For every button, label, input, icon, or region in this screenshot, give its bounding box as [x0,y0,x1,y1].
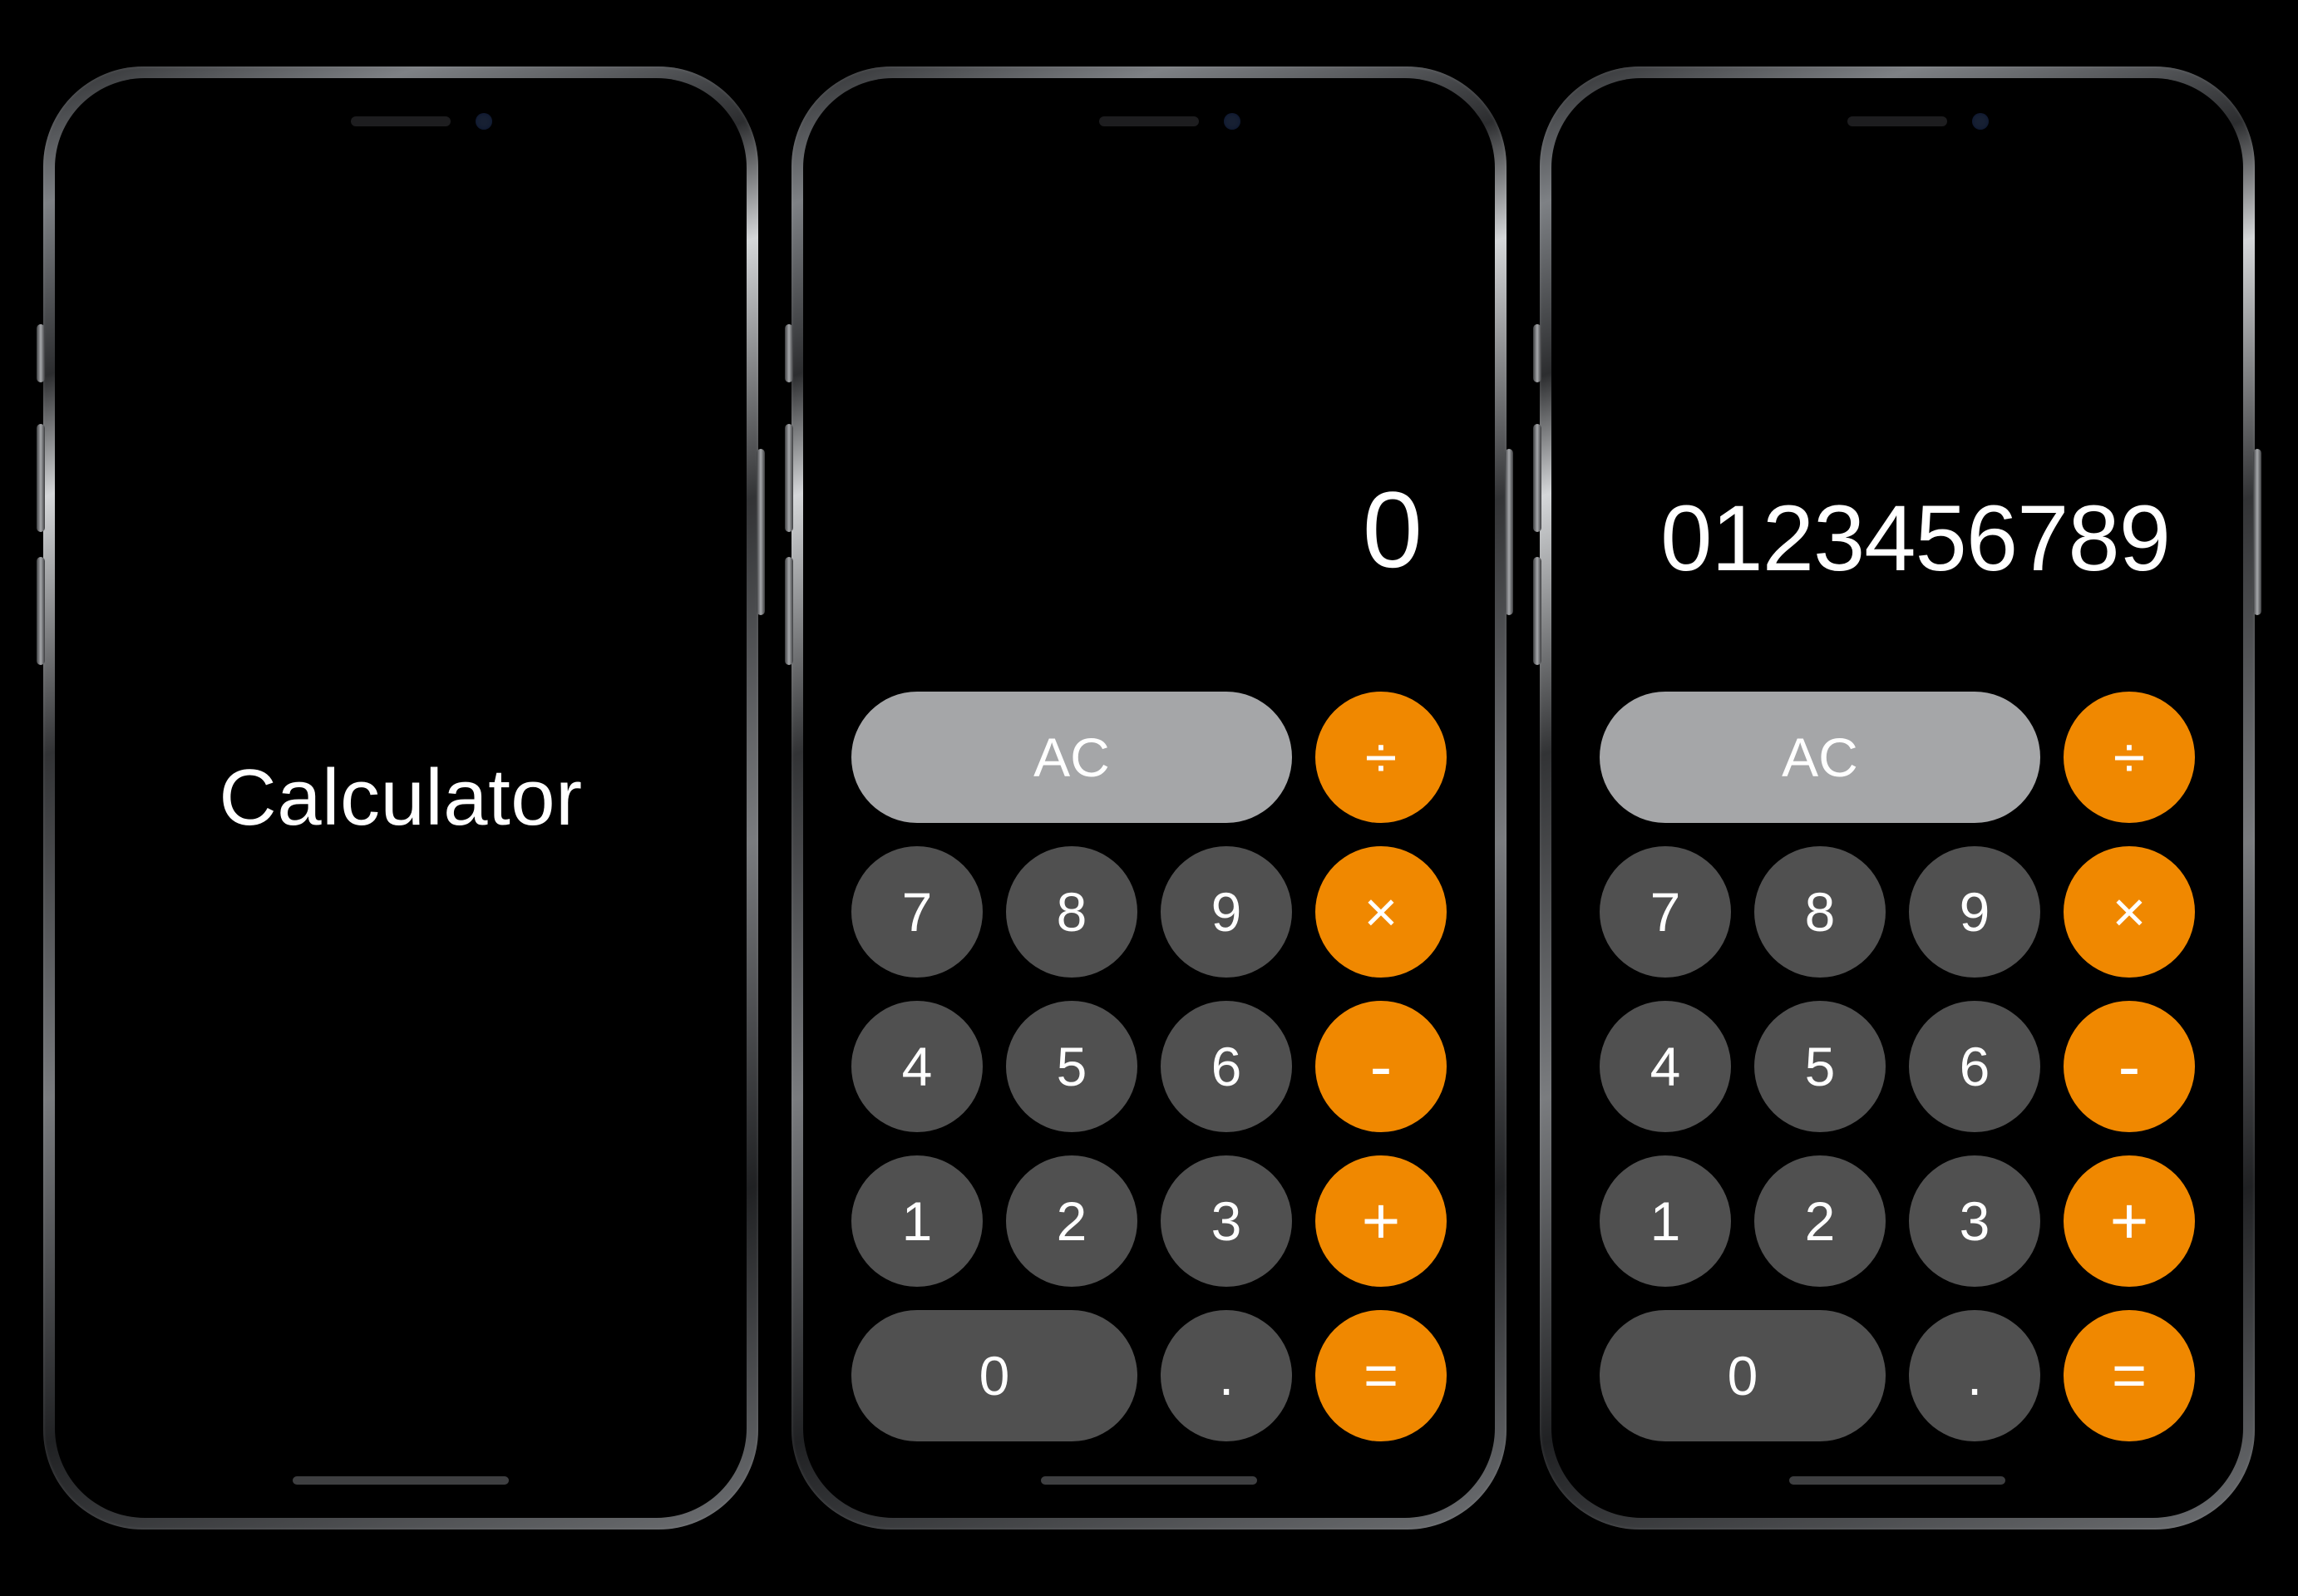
front-camera [1972,113,1989,130]
digit-0-button[interactable]: 0 [1600,1310,1886,1441]
equals-button[interactable]: = [2064,1310,2195,1441]
digit-6-button[interactable]: 6 [1909,1001,2040,1132]
digit-9-button[interactable]: 9 [1161,846,1292,978]
screen: Calculator [73,96,728,1500]
volume-down-button[interactable] [1533,557,1541,665]
home-indicator[interactable] [1041,1476,1257,1485]
clear-button[interactable]: AC [1600,692,2040,823]
mute-switch[interactable] [1533,324,1541,382]
divide-button[interactable]: ÷ [1315,692,1447,823]
phone-frame: 0 AC ÷ 7 8 9 × 4 5 [791,66,1507,1530]
front-camera [1224,113,1240,130]
display-area: 0 [851,96,1447,692]
digit-3-button[interactable]: 3 [1161,1155,1292,1287]
clear-button[interactable]: AC [851,692,1292,823]
digit-1-button[interactable]: 1 [1600,1155,1731,1287]
digit-2-button[interactable]: 2 [1754,1155,1886,1287]
digit-8-button[interactable]: 8 [1754,846,1886,978]
multiply-button[interactable]: × [2064,846,2195,978]
calculator-app: 0123456789 AC ÷ 7 8 9 × 4 5 [1570,96,2225,1500]
digit-9-button[interactable]: 9 [1909,846,2040,978]
display-value: 0 [1363,467,1422,592]
digit-4-button[interactable]: 4 [851,1001,983,1132]
screen: 0123456789 AC ÷ 7 8 9 × 4 5 [1570,96,2225,1500]
multiply-button[interactable]: × [1315,846,1447,978]
side-button[interactable] [1505,449,1513,615]
digit-3-button[interactable]: 3 [1909,1155,2040,1287]
equals-button[interactable]: = [1315,1310,1447,1441]
digit-4-button[interactable]: 4 [1600,1001,1731,1132]
mute-switch[interactable] [37,324,45,382]
notch [234,96,567,146]
app-title: Calculator [219,752,582,844]
phone-frame: 0123456789 AC ÷ 7 8 9 × 4 5 [1540,66,2255,1530]
digit-7-button[interactable]: 7 [851,846,983,978]
mute-switch[interactable] [785,324,793,382]
volume-down-button[interactable] [37,557,45,665]
digit-5-button[interactable]: 5 [1006,1001,1137,1132]
plus-button[interactable]: + [1315,1155,1447,1287]
plus-button[interactable]: + [2064,1155,2195,1287]
front-camera [476,113,492,130]
speaker-grille [1847,116,1947,126]
digit-1-button[interactable]: 1 [851,1155,983,1287]
digit-7-button[interactable]: 7 [1600,846,1731,978]
decimal-button[interactable]: . [1161,1310,1292,1441]
minus-button[interactable]: - [2064,1001,2195,1132]
phone-frame: Calculator [43,66,758,1530]
notch [983,96,1315,146]
minus-button[interactable]: - [1315,1001,1447,1132]
keypad: AC ÷ 7 8 9 × 4 5 6 - [851,692,1447,1441]
notch [1731,96,2064,146]
divide-button[interactable]: ÷ [2064,692,2195,823]
digit-2-button[interactable]: 2 [1006,1155,1137,1287]
side-button[interactable] [2253,449,2261,615]
screen: 0 AC ÷ 7 8 9 × 4 5 [821,96,1477,1500]
display-area: 0123456789 [1600,96,2195,692]
home-indicator[interactable] [1789,1476,2005,1485]
speaker-grille [351,116,451,126]
digit-0-button[interactable]: 0 [851,1310,1137,1441]
volume-up-button[interactable] [1533,424,1541,532]
digit-6-button[interactable]: 6 [1161,1001,1292,1132]
volume-up-button[interactable] [37,424,45,532]
keypad: AC ÷ 7 8 9 × 4 5 6 - [1600,692,2195,1441]
speaker-grille [1099,116,1199,126]
decimal-button[interactable]: . [1909,1310,2040,1441]
volume-down-button[interactable] [785,557,793,665]
digit-8-button[interactable]: 8 [1006,846,1137,978]
splash-screen: Calculator [73,96,728,1500]
display-value: 0123456789 [1660,485,2170,592]
calculator-app: 0 AC ÷ 7 8 9 × 4 5 [821,96,1477,1500]
side-button[interactable] [757,449,765,615]
digit-5-button[interactable]: 5 [1754,1001,1886,1132]
volume-up-button[interactable] [785,424,793,532]
home-indicator[interactable] [293,1476,509,1485]
